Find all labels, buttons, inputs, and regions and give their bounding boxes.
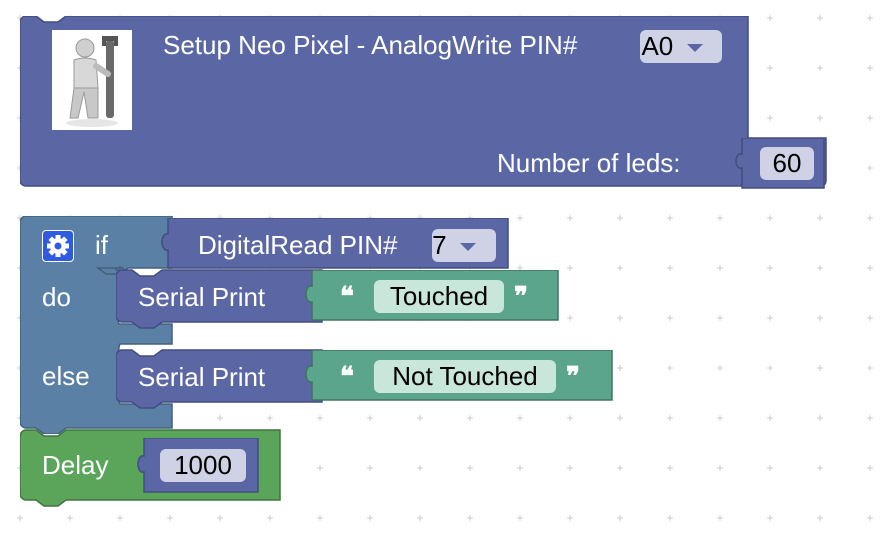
if-label: if (95, 230, 108, 260)
else-label: else (42, 361, 90, 391)
do-label: do (42, 282, 71, 312)
pin-dropdown[interactable]: A0 (640, 30, 722, 63)
leds-label: Number of leds: (497, 148, 681, 178)
setup-block-title: Setup Neo Pixel - AnalogWrite PIN# (163, 30, 578, 60)
digitalread-pin-dropdown[interactable]: 7 (432, 229, 496, 262)
leds-number-field[interactable]: 60 (760, 147, 814, 180)
pin-dropdown-value: A0 (641, 31, 674, 61)
close-quote-icon: ❞ (566, 362, 580, 392)
text-field-else[interactable]: Not Touched (374, 360, 556, 393)
open-quote-icon: ❝ (340, 282, 354, 312)
chevron-down-icon (459, 243, 476, 252)
text-field-do[interactable]: Touched (374, 280, 504, 313)
gear-icon[interactable] (42, 230, 74, 262)
man-with-wrench-icon (52, 30, 132, 130)
delay-label: Delay (42, 450, 109, 480)
delay-number-field[interactable]: 1000 (160, 449, 246, 482)
digitalread-pin-value: 7 (432, 230, 447, 260)
serial-print-label-do: Serial Print (138, 282, 266, 312)
serial-print-label-else: Serial Print (138, 362, 266, 392)
close-quote-icon: ❞ (514, 282, 528, 312)
chevron-down-icon (686, 44, 703, 53)
open-quote-icon: ❝ (340, 362, 354, 392)
digitalread-label: DigitalRead PIN# (198, 230, 398, 260)
